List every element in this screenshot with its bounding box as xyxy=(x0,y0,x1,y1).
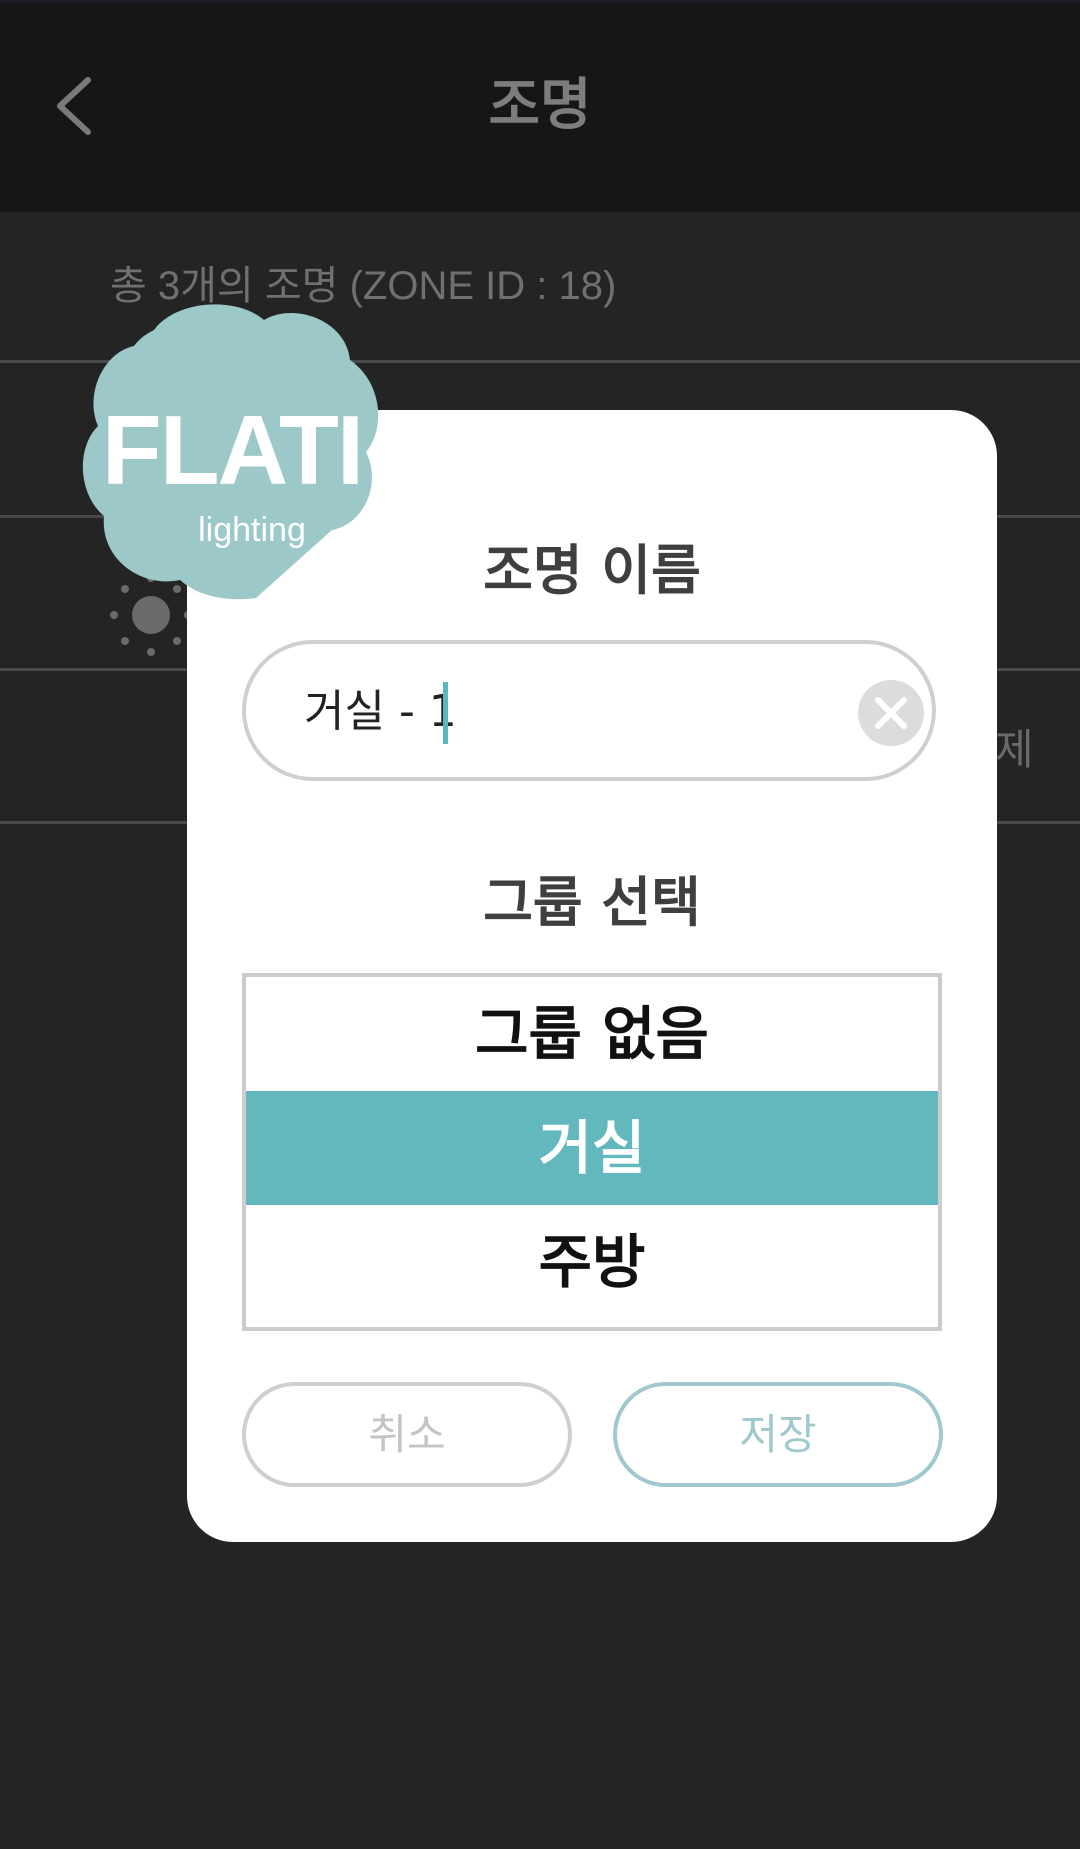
name-input[interactable] xyxy=(304,680,824,744)
app-bar: 조명 xyxy=(0,0,1080,212)
logo-title: FLATI xyxy=(101,395,364,505)
logo-subtitle: lighting xyxy=(198,511,306,549)
group-option[interactable]: 그룹 없음 xyxy=(246,977,938,1091)
cancel-button[interactable]: 취소 xyxy=(242,1382,572,1487)
text-cursor xyxy=(443,682,448,744)
flati-logo: FLATI lighting xyxy=(80,302,384,604)
group-title: 그룹 선택 xyxy=(483,871,701,934)
save-button[interactable]: 저장 xyxy=(613,1382,943,1487)
group-picker[interactable]: 그룹 없음 거실 주방 xyxy=(242,973,942,1331)
clear-icon[interactable] xyxy=(856,678,926,748)
name-field[interactable] xyxy=(242,640,936,781)
group-option-selected[interactable]: 거실 xyxy=(246,1091,938,1205)
page-title: 조명 xyxy=(488,73,592,138)
screen: 조명 총 3개의 조명 (ZONE ID : 18) 제 조명 이름 거실 - … xyxy=(0,0,1080,1849)
delete-label: 제 xyxy=(995,725,1034,774)
status-strip xyxy=(0,0,1080,3)
group-option[interactable]: 주방 xyxy=(246,1205,938,1319)
